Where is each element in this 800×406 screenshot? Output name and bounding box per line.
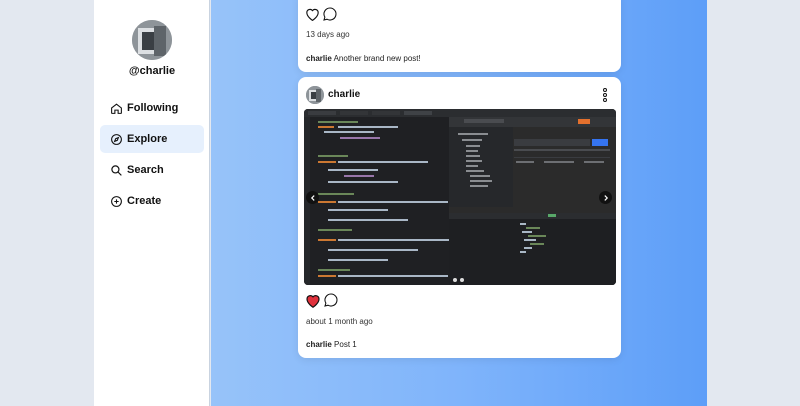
search-icon [110, 164, 123, 177]
caption-username[interactable]: charlie [306, 54, 332, 63]
chevron-left-icon [310, 194, 315, 201]
post-caption: charlie Another brand new post! [306, 54, 421, 63]
kebab-menu-icon [603, 88, 607, 102]
carousel-dot[interactable] [460, 278, 464, 282]
carousel-dots [453, 278, 464, 282]
comment-icon [323, 7, 337, 21]
post-author-avatar[interactable] [306, 86, 324, 104]
profile-username: @charlie [128, 65, 176, 77]
post-timestamp: about 1 month ago [306, 317, 373, 326]
left-margin [0, 0, 94, 406]
nav-explore-label: Explore [127, 133, 168, 145]
more-options-button[interactable] [602, 88, 608, 102]
nav-explore[interactable]: Explore [100, 125, 204, 153]
nav-search[interactable]: Search [100, 156, 204, 184]
nav-following-label: Following [127, 102, 179, 114]
chevron-right-icon [603, 194, 608, 201]
code-editor-screenshot [304, 109, 616, 285]
compass-icon [110, 133, 123, 146]
heart-outline-icon [306, 8, 319, 22]
plus-circle-icon [110, 195, 123, 208]
home-icon [110, 102, 123, 115]
carousel-next-button[interactable] [599, 191, 612, 204]
nav-create[interactable]: Create [100, 187, 204, 215]
carousel-prev-button[interactable] [306, 191, 319, 204]
post-timestamp: 13 days ago [306, 30, 350, 39]
nav-create-label: Create [127, 195, 162, 207]
comment-icon [324, 293, 338, 307]
post-caption: charlie Post 1 [306, 340, 357, 349]
like-button[interactable] [304, 6, 321, 27]
caption-username[interactable]: charlie [306, 340, 332, 349]
caption-text: Post 1 [334, 340, 357, 349]
post-image[interactable] [304, 109, 616, 285]
nav-following[interactable]: Following [100, 94, 204, 122]
profile-avatar[interactable] [132, 20, 172, 60]
nav-search-label: Search [127, 164, 164, 176]
post-author-name[interactable]: charlie [328, 89, 360, 100]
carousel-dot[interactable] [453, 278, 457, 282]
comment-button[interactable] [323, 292, 339, 313]
heart-filled-icon [306, 295, 320, 308]
right-margin [707, 0, 800, 406]
like-button[interactable] [304, 292, 322, 314]
caption-text: Another brand new post! [333, 54, 421, 63]
comment-button[interactable] [322, 6, 338, 27]
